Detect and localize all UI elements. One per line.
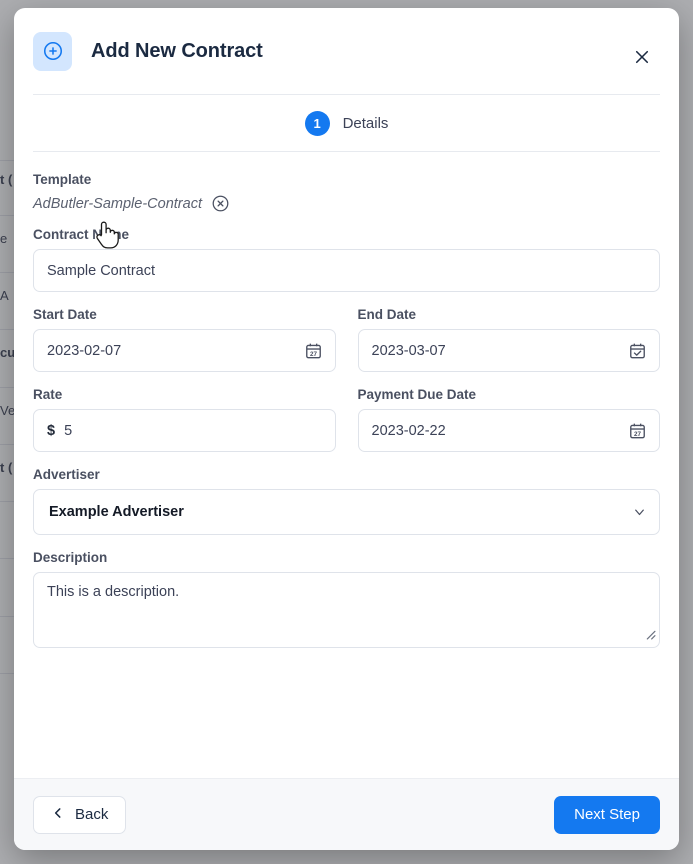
payment-due-date-field: Payment Due Date 2023-02-22 27 (357, 387, 660, 452)
add-new-contract-dialog: Add New Contract 1 Details Template AdBu… (14, 8, 679, 850)
svg-text:27: 27 (634, 430, 642, 437)
advertiser-select[interactable]: Example Advertiser (33, 489, 660, 535)
chevron-left-icon (51, 806, 65, 824)
wizard-stepper: 1 Details (14, 95, 679, 151)
end-date-value: 2023-03-07 (371, 342, 446, 359)
template-label: Template (33, 172, 92, 187)
circle-x-icon[interactable] (211, 194, 230, 213)
back-button-label: Back (75, 806, 109, 823)
chevron-down-icon[interactable] (632, 505, 647, 520)
calendar-icon[interactable]: 27 (304, 341, 323, 360)
dialog-header: Add New Contract (14, 8, 679, 94)
circle-plus-icon (33, 31, 72, 71)
advertiser-value: Example Advertiser (49, 504, 184, 520)
calendar-check-icon[interactable] (628, 341, 647, 360)
rate-value: 5 (64, 422, 73, 439)
close-icon[interactable] (631, 46, 653, 68)
start-date-value: 2023-02-07 (47, 342, 122, 359)
page-root: t ( e A cu Ve t ( Add New Contract 1 Det… (0, 0, 693, 864)
date-row: Start Date 2023-02-07 27 End Date 2023-0… (33, 307, 660, 372)
description-value: This is a description. (47, 584, 180, 600)
contract-name-input[interactable]: Sample Contract (33, 249, 660, 292)
next-step-button[interactable]: Next Step (554, 795, 660, 834)
end-date-field: End Date 2023-03-07 (357, 307, 660, 372)
description-field: Description This is a description. (33, 550, 660, 648)
payment-due-date-value: 2023-02-22 (371, 422, 446, 439)
advertiser-label: Advertiser (33, 467, 100, 482)
svg-text:27: 27 (309, 350, 317, 357)
contract-name-label: Contract Name (33, 227, 130, 242)
dialog-body: Template AdButler-Sample-Contract Contra… (14, 152, 679, 778)
start-date-label: Start Date (33, 307, 97, 322)
step-badge-1[interactable]: 1 (304, 110, 330, 136)
step-label-details[interactable]: Details (343, 115, 389, 132)
advertiser-field: Advertiser Example Advertiser (33, 467, 660, 535)
dialog-footer: Back Next Step (14, 778, 679, 850)
template-value-row: AdButler-Sample-Contract (33, 194, 660, 213)
end-date-input[interactable]: 2023-03-07 (357, 329, 660, 372)
currency-prefix: $ (47, 422, 56, 439)
calendar-icon[interactable]: 27 (628, 421, 647, 440)
payment-due-date-label: Payment Due Date (357, 387, 477, 402)
payment-due-date-input[interactable]: 2023-02-22 27 (357, 409, 660, 452)
dialog-title: Add New Contract (91, 39, 263, 62)
rate-input[interactable]: $ 5 (33, 409, 336, 452)
rate-field: Rate $ 5 (33, 387, 336, 452)
description-textarea[interactable]: This is a description. (33, 572, 660, 648)
rate-payment-row: Rate $ 5 Payment Due Date 2023-02-22 27 (33, 387, 660, 452)
description-label: Description (33, 550, 108, 565)
next-step-button-label: Next Step (574, 806, 640, 823)
template-value: AdButler-Sample-Contract (33, 195, 202, 212)
contract-name-value: Sample Contract (47, 262, 155, 279)
end-date-label: End Date (357, 307, 417, 322)
rate-label: Rate (33, 387, 63, 402)
start-date-field: Start Date 2023-02-07 27 (33, 307, 336, 372)
resize-handle-icon[interactable] (643, 627, 656, 644)
start-date-input[interactable]: 2023-02-07 27 (33, 329, 336, 372)
back-button[interactable]: Back (33, 795, 127, 834)
